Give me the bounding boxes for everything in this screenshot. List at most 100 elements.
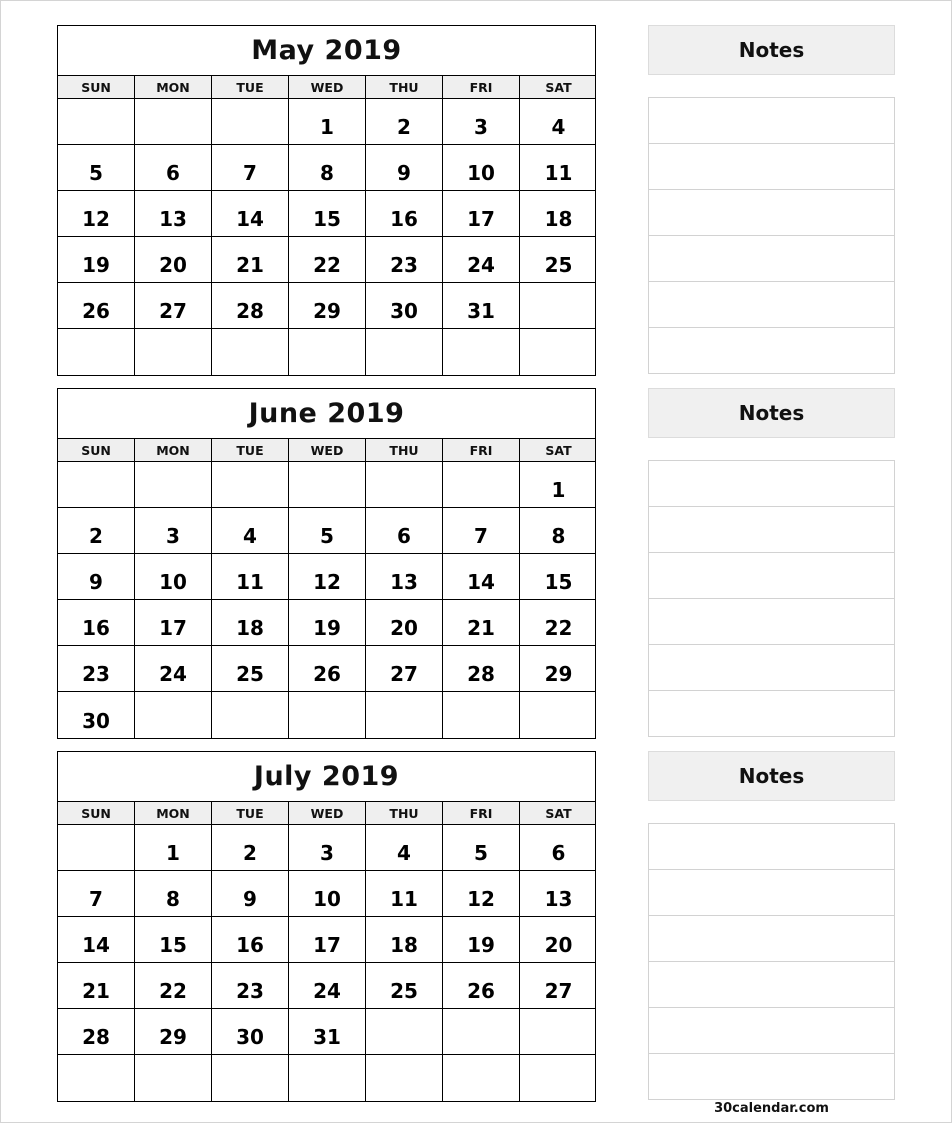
- day-cell: 14: [212, 191, 289, 236]
- day-cell: 31: [289, 1009, 366, 1054]
- week-row: 21 22 23 24 25 26 27: [58, 963, 595, 1009]
- notes-header: Notes: [648, 25, 895, 75]
- week-row: 5 6 7 8 9 10 11: [58, 145, 595, 191]
- day-cell: 28: [443, 646, 520, 691]
- empty-day-cell: [289, 1055, 366, 1101]
- week-row: 12345 6: [58, 825, 595, 871]
- weekday-label: SAT: [545, 442, 572, 458]
- day-cell: 11: [544, 161, 573, 185]
- month-calendar: July 2019 SUN MON TUE WED THU FRI SAT 1 2 3 4 5 6 7 8 9 1…: [57, 751, 596, 1102]
- day-cell: 22: [135, 963, 212, 1008]
- week-row: [58, 1055, 595, 1101]
- weekday-label: SUN: [58, 802, 135, 824]
- month-title: July 2019: [58, 752, 595, 802]
- weekday-label: SAT: [545, 805, 572, 821]
- empty-day-cell: [58, 1055, 135, 1101]
- day-cell: 30: [366, 283, 443, 328]
- weekday-header-row: SUN MON TUE WED THU FRI SAT: [58, 439, 595, 462]
- notes-area[interactable]: [648, 823, 895, 1100]
- note-line[interactable]: [649, 1008, 894, 1054]
- notes-header: Notes: [648, 751, 895, 801]
- note-line[interactable]: [649, 691, 894, 737]
- day-cell: 23: [58, 646, 135, 691]
- note-line[interactable]: [649, 916, 894, 962]
- day-cell: 31: [443, 283, 520, 328]
- note-line[interactable]: [649, 236, 894, 282]
- weekday-label: FRI: [443, 76, 520, 98]
- day-cell: 3: [289, 825, 366, 870]
- day-cell: 5: [289, 508, 366, 553]
- empty-day-cell: [443, 462, 520, 507]
- day-cell: 20: [544, 933, 573, 957]
- note-line[interactable]: [649, 190, 894, 236]
- day-cell: 27: [366, 646, 443, 691]
- day-cell: 17: [443, 191, 520, 236]
- day-cell: 9: [212, 871, 289, 916]
- note-line[interactable]: [649, 98, 894, 144]
- day-cell: 4: [551, 115, 566, 139]
- empty-day-cell: [443, 1055, 520, 1101]
- note-line[interactable]: [649, 553, 894, 599]
- day-cell: 3: [135, 508, 212, 553]
- day-cell: 22: [544, 616, 573, 640]
- day-cell: 30: [212, 1009, 289, 1054]
- day-cell: 19: [443, 917, 520, 962]
- note-line[interactable]: [649, 824, 894, 870]
- empty-day-cell: [212, 99, 289, 144]
- weekday-header-row: SUN MON TUE WED THU FRI SAT: [58, 802, 595, 825]
- day-cell: 21: [58, 963, 135, 1008]
- day-cell: 28: [58, 1009, 135, 1054]
- day-cell: 11: [366, 871, 443, 916]
- day-cell: 16: [212, 917, 289, 962]
- week-row: [58, 329, 595, 375]
- day-cell: 21: [443, 600, 520, 645]
- day-cell: 25: [366, 963, 443, 1008]
- day-cell: 25: [544, 253, 573, 277]
- note-line[interactable]: [649, 962, 894, 1008]
- empty-day-cell: [443, 329, 520, 375]
- day-cell: 4: [366, 825, 443, 870]
- day-cell: 30: [58, 692, 135, 738]
- month-calendar: June 2019 SUN MON TUE WED THU FRI SAT 1 2 3 4 5 6 7 8 9 1…: [57, 388, 596, 739]
- day-cell: 9: [366, 145, 443, 190]
- weekday-label: THU: [366, 439, 443, 461]
- note-line[interactable]: [649, 1054, 894, 1100]
- note-line[interactable]: [649, 645, 894, 691]
- day-cell: 6: [366, 508, 443, 553]
- empty-day-cell: [366, 462, 443, 507]
- empty-day-cell: [58, 99, 135, 144]
- weekday-label: FRI: [443, 439, 520, 461]
- notes-header: Notes: [648, 388, 895, 438]
- week-row: 7 8 9 10 11 12 13: [58, 871, 595, 917]
- week-row: 14 15 16 17 18 19 20: [58, 917, 595, 963]
- empty-day-cell: [58, 329, 135, 375]
- empty-day-cell: [520, 283, 597, 328]
- note-line[interactable]: [649, 507, 894, 553]
- note-line[interactable]: [649, 599, 894, 645]
- notes-area[interactable]: [648, 460, 895, 737]
- day-cell: 4: [212, 508, 289, 553]
- note-line[interactable]: [649, 282, 894, 328]
- day-cell: 29: [289, 283, 366, 328]
- day-cell: 2: [58, 508, 135, 553]
- empty-day-cell: [520, 1009, 597, 1054]
- month-title: June 2019: [58, 389, 595, 439]
- note-line[interactable]: [649, 144, 894, 190]
- day-cell: 14: [443, 554, 520, 599]
- day-cell: 12: [289, 554, 366, 599]
- day-cell: 1: [289, 99, 366, 144]
- note-line[interactable]: [649, 328, 894, 374]
- notes-area[interactable]: [648, 97, 895, 374]
- day-cell: 3: [443, 99, 520, 144]
- note-line[interactable]: [649, 870, 894, 916]
- day-cell: 12: [58, 191, 135, 236]
- month-calendar: May 2019 SUN MON TUE WED THU FRI SAT 1 2 3 4 5 6 7 8 9 10…: [57, 25, 596, 376]
- day-cell: 23: [366, 237, 443, 282]
- day-cell: 20: [135, 237, 212, 282]
- empty-day-cell: [443, 692, 520, 738]
- day-cell: 8: [289, 145, 366, 190]
- day-cell: 2: [366, 99, 443, 144]
- day-cell: 7: [443, 508, 520, 553]
- note-line[interactable]: [649, 461, 894, 507]
- month-title: May 2019: [58, 26, 595, 76]
